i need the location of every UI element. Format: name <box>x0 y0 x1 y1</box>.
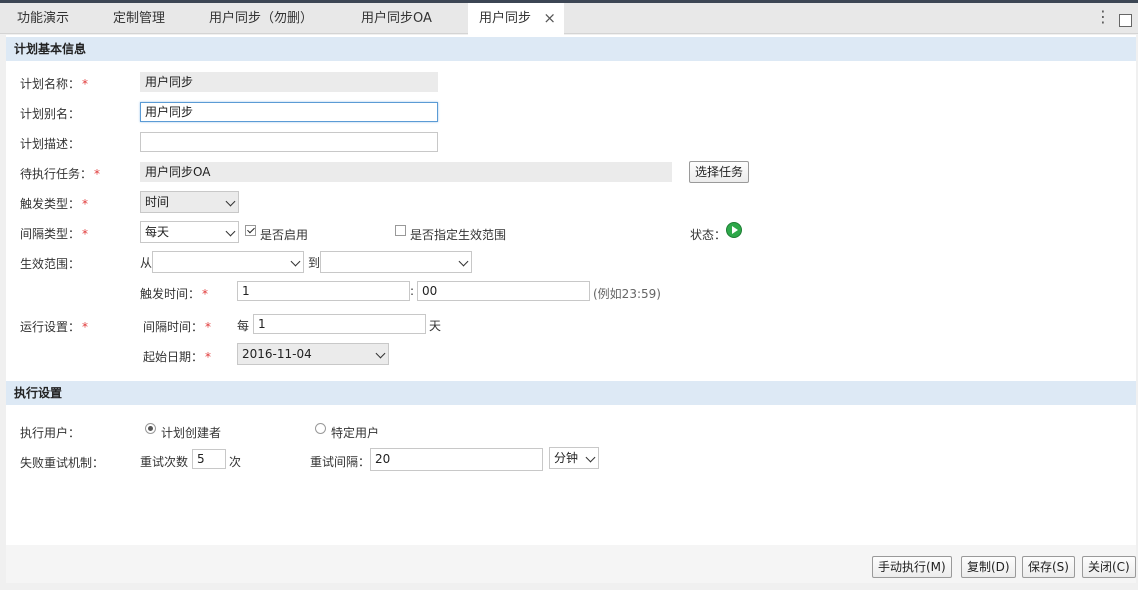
chevron-down-icon <box>225 196 236 207</box>
retry-interval-label: 重试间隔： <box>310 455 371 469</box>
specific-user-radio[interactable] <box>315 423 326 434</box>
creator-radio-label: 计划创建者 <box>161 426 222 440</box>
chevron-down-icon <box>585 452 596 463</box>
select-task-button[interactable]: 选择任务 <box>689 161 750 183</box>
retry-count-unit: 次 <box>229 455 242 469</box>
main-panel: 计划基本信息 计划名称： * 用户同步 计划别名： 用户同步 计划描述： 待执行任… <box>6 35 1136 583</box>
range-start-select[interactable] <box>152 251 304 273</box>
specify-range-checkbox[interactable] <box>395 225 406 236</box>
interval-time-label: 间隔时间： * <box>143 320 212 334</box>
interval-unit-label: 天 <box>429 319 442 333</box>
plan-desc-field[interactable] <box>140 132 438 152</box>
interval-type-label: 间隔类型： * <box>20 227 89 241</box>
trigger-type-select[interactable]: 时间 <box>140 191 239 213</box>
interval-type-select[interactable]: 每天 <box>140 221 239 243</box>
retry-count-field[interactable]: 5 <box>192 449 226 469</box>
play-status-icon[interactable] <box>726 222 742 238</box>
chevron-down-icon <box>225 226 236 237</box>
close-icon[interactable]: × <box>543 3 556 34</box>
tab-bar: 功能演示 定制管理 用户同步（勿删） 用户同步OA 用户同步 × ⋮ <box>0 3 1138 35</box>
close-button[interactable]: 关闭(C) <box>1082 556 1136 578</box>
pending-task-field[interactable]: 用户同步OA <box>140 162 672 182</box>
creator-radio[interactable] <box>145 423 156 434</box>
more-menu-icon[interactable]: ⋮ <box>1095 7 1111 26</box>
retry-label: 失败重试机制： <box>20 456 105 470</box>
maximize-icon[interactable] <box>1119 14 1132 27</box>
manual-run-button[interactable]: 手动执行(M) <box>872 556 952 578</box>
time-separator: : <box>410 284 415 298</box>
tab-custom-management[interactable]: 定制管理 <box>113 3 165 34</box>
chevron-down-icon <box>375 348 386 359</box>
specify-range-label: 是否指定生效范围 <box>410 228 507 242</box>
trigger-time-label: 触发时间： * <box>140 287 209 301</box>
plan-name-label: 计划名称： * <box>20 77 89 91</box>
tab-user-sync-oa[interactable]: 用户同步OA <box>361 3 432 34</box>
start-date-label: 起始日期： * <box>143 350 212 364</box>
plan-desc-label: 计划描述： <box>20 137 81 151</box>
exec-user-label: 执行用户： <box>20 426 81 440</box>
status-label: 状态： <box>690 228 727 242</box>
chevron-down-icon <box>290 256 301 267</box>
tab-function-demo[interactable]: 功能演示 <box>17 3 69 34</box>
trigger-hour-field[interactable]: 1 <box>237 281 410 301</box>
retry-interval-unit-select[interactable]: 分钟 <box>549 447 599 469</box>
start-date-picker[interactable]: 2016-11-04 <box>237 343 389 365</box>
retry-interval-unit-value: 分钟 <box>554 451 579 465</box>
interval-type-value: 每天 <box>145 225 170 239</box>
enabled-label: 是否启用 <box>260 228 309 242</box>
retry-count-label: 重试次数 <box>140 455 189 469</box>
retry-interval-field[interactable]: 20 <box>370 448 543 471</box>
every-label: 每 <box>237 319 250 333</box>
tab-user-sync-label: 用户同步 <box>479 11 532 26</box>
start-date-value: 2016-11-04 <box>242 347 312 361</box>
pending-task-label: 待执行任务： * <box>20 167 101 181</box>
trigger-type-value: 时间 <box>145 195 170 209</box>
section-exec-settings: 执行设置 <box>6 381 1136 405</box>
specific-user-radio-label: 特定用户 <box>331 426 380 440</box>
chevron-down-icon <box>458 256 469 267</box>
effective-range-label: 生效范围： <box>20 257 81 271</box>
enabled-checkbox[interactable] <box>245 225 256 236</box>
range-end-select[interactable] <box>320 251 472 273</box>
tab-user-sync[interactable]: 用户同步 × <box>468 3 564 35</box>
trigger-minute-field[interactable]: 00 <box>417 281 590 301</box>
run-settings-label: 运行设置： * <box>20 320 89 334</box>
plan-alias-field[interactable]: 用户同步 <box>140 102 438 122</box>
trigger-type-label: 触发类型： * <box>20 197 89 211</box>
range-from-label: 从 <box>140 256 153 270</box>
plan-alias-label: 计划别名： <box>20 107 81 121</box>
section-basic-info: 计划基本信息 <box>6 37 1136 61</box>
interval-value-field[interactable]: 1 <box>253 314 426 334</box>
range-to-label: 到 <box>308 256 321 270</box>
tab-user-sync-do-not-delete[interactable]: 用户同步（勿删） <box>209 3 313 34</box>
save-button[interactable]: 保存(S) <box>1022 556 1075 578</box>
plan-name-field[interactable]: 用户同步 <box>140 72 438 92</box>
copy-button[interactable]: 复制(D) <box>961 556 1016 578</box>
trigger-time-hint: (例如23:59) <box>593 287 661 301</box>
